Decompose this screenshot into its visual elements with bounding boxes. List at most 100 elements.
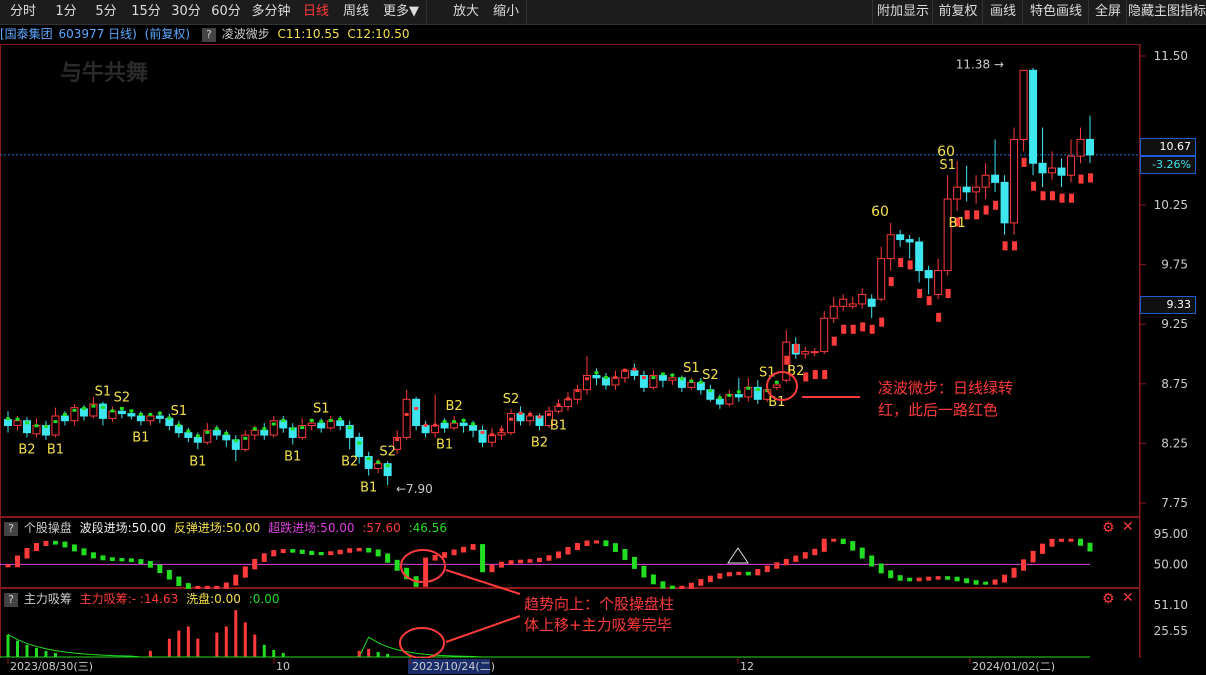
toolbar-right-button-2[interactable]: 画线 bbox=[982, 0, 1024, 24]
indicator2-name[interactable]: 主力吸筹 bbox=[24, 592, 72, 606]
trend-band-mark bbox=[290, 427, 295, 431]
trend-band-mark bbox=[433, 423, 438, 427]
indicator1-bar bbox=[631, 556, 637, 569]
toolbar-right-button-1[interactable]: 前复权 bbox=[932, 0, 984, 24]
toolbar-button-2[interactable]: 5分 bbox=[86, 0, 127, 24]
toolbar-button-4[interactable]: 30分 bbox=[166, 0, 207, 24]
indicator1-bar bbox=[166, 570, 172, 580]
trend-band-mark bbox=[983, 205, 989, 215]
trend-band-mark bbox=[1088, 173, 1093, 183]
candle-body bbox=[51, 415, 60, 436]
trend-band-mark bbox=[1050, 191, 1056, 201]
trend-band-mark bbox=[746, 386, 751, 390]
help-icon[interactable]: ? bbox=[4, 592, 18, 607]
indicator1-bar bbox=[1030, 550, 1036, 563]
signal-label: B1 bbox=[550, 419, 567, 434]
indicator1-bar bbox=[5, 564, 11, 568]
indicator1-bar bbox=[14, 555, 20, 568]
candle-body bbox=[915, 241, 924, 272]
toolbar-right-button-5[interactable]: 隐藏主图指标 bbox=[1126, 0, 1206, 24]
indicator1-v4: :57.60 bbox=[362, 521, 401, 535]
annotation-circle bbox=[400, 549, 446, 583]
trend-band-mark bbox=[414, 407, 419, 411]
indicator1-bar bbox=[916, 577, 922, 582]
main-annotation-line2: 红，此后一路红色 bbox=[878, 401, 998, 419]
candle-body bbox=[810, 351, 819, 354]
toolbar-right-button-3[interactable]: 特色画线 bbox=[1022, 0, 1090, 24]
help-icon[interactable]: ? bbox=[4, 521, 18, 536]
indicator1-bar bbox=[432, 554, 438, 561]
trend-band-mark bbox=[594, 371, 599, 375]
indicator1-bar bbox=[973, 580, 979, 585]
indicator1-bar bbox=[81, 548, 87, 556]
candle-body bbox=[1057, 167, 1066, 176]
trend-band-mark bbox=[1021, 157, 1027, 167]
indicator1-bar bbox=[90, 552, 96, 559]
price-chart[interactable]: 11.5010.259.759.258.758.257.75与牛共舞B2 B1S1… bbox=[0, 24, 1206, 675]
trend-band-mark bbox=[822, 370, 828, 380]
trend-band-mark bbox=[860, 322, 866, 332]
close-icon[interactable]: ✕ bbox=[1122, 519, 1134, 535]
toolbar-button-6[interactable]: 多分钟 bbox=[246, 0, 297, 24]
trend-band-mark bbox=[157, 411, 162, 415]
candle-body bbox=[13, 420, 22, 427]
indicator1-bar bbox=[52, 540, 58, 545]
trend-band-mark bbox=[1012, 241, 1018, 251]
toolbar-button-8[interactable]: 周线 bbox=[336, 0, 377, 24]
indicator2-v1: 主力吸筹:- bbox=[79, 592, 137, 606]
trend-band-mark bbox=[129, 409, 134, 413]
signal-label: B1 bbox=[949, 216, 966, 231]
toolbar-button-5[interactable]: 60分 bbox=[206, 0, 247, 24]
candle-body bbox=[117, 410, 126, 415]
toolbar-button-3[interactable]: 15分 bbox=[126, 0, 167, 24]
indicator1-bar bbox=[764, 565, 770, 573]
candle-body bbox=[839, 298, 848, 307]
toolbar-button-10[interactable]: 放大 bbox=[446, 0, 487, 24]
indicator1-bar bbox=[223, 582, 229, 589]
candle-body bbox=[440, 422, 449, 429]
settings-icon[interactable]: ⚙ bbox=[1102, 520, 1115, 536]
toolbar-button-7[interactable]: 日线 bbox=[296, 0, 337, 24]
indicator1-bar bbox=[499, 561, 505, 568]
candle-body bbox=[820, 317, 829, 353]
signal-label: S2 bbox=[114, 391, 131, 406]
trend-band-mark bbox=[452, 420, 457, 424]
close-icon[interactable]: ✕ bbox=[1122, 590, 1134, 606]
indicator2-v3: 洗盘:0.00 bbox=[186, 592, 241, 606]
toolbar-button-9[interactable]: 更多▼ bbox=[376, 0, 427, 24]
trend-band-mark bbox=[53, 420, 58, 424]
trend-band-mark bbox=[490, 433, 495, 437]
indicator1-bar bbox=[688, 582, 694, 589]
indicator1-bar bbox=[242, 566, 248, 578]
toolbar-button-0[interactable]: 分时 bbox=[0, 0, 47, 24]
signal-label: S1 bbox=[95, 385, 112, 400]
trend-band-mark bbox=[869, 324, 875, 334]
indicator1-bar bbox=[470, 544, 476, 550]
indicator1-header: ? 个股操盘 波段进场:50.00 反弹进场:50.00 超跌进场:50.00 … bbox=[0, 519, 447, 537]
indicator1-name[interactable]: 个股操盘 bbox=[24, 521, 72, 535]
settings-icon[interactable]: ⚙ bbox=[1102, 591, 1115, 607]
date-label: 12 bbox=[740, 660, 754, 673]
trend-band-mark bbox=[138, 412, 143, 416]
indicator1-bar bbox=[641, 565, 647, 578]
indicator1-bar bbox=[698, 579, 704, 586]
indicator1-bar bbox=[878, 563, 884, 574]
indicator1-bar bbox=[1002, 574, 1008, 583]
indicator1-bar bbox=[584, 540, 590, 547]
signal-label: B2 bbox=[18, 442, 35, 457]
toolbar-button-1[interactable]: 1分 bbox=[46, 0, 87, 24]
toolbar-button-11[interactable]: 缩小 bbox=[486, 0, 527, 24]
candle-body bbox=[469, 425, 478, 431]
price-tick-label: 11.50 bbox=[1154, 49, 1188, 63]
indicator1-bar bbox=[385, 553, 391, 563]
indicator1-bar bbox=[745, 571, 751, 576]
trend-band-mark bbox=[62, 412, 67, 416]
toolbar-right-button-4[interactable]: 全屏 bbox=[1088, 0, 1128, 24]
candle-body bbox=[962, 186, 971, 193]
indicator1-bar bbox=[669, 585, 675, 589]
toolbar-right-button-0[interactable]: 附加显示 bbox=[872, 0, 934, 24]
candle-body bbox=[1038, 162, 1047, 174]
indicator1-bar bbox=[33, 542, 39, 552]
trend-band-mark bbox=[547, 412, 551, 416]
trend-band-mark bbox=[736, 390, 741, 394]
